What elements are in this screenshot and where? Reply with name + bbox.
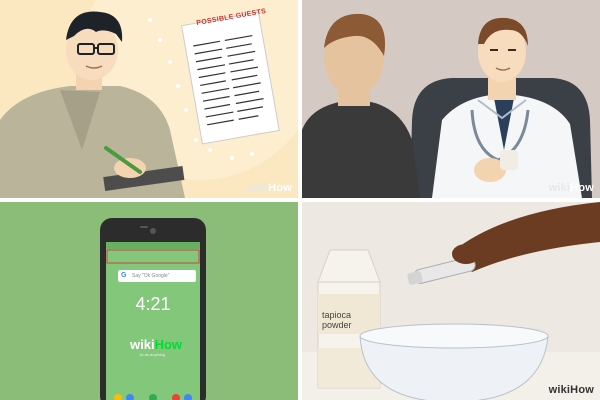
doctor-illustration: [302, 0, 600, 198]
search-placeholder: Say "Ok Google": [132, 273, 170, 279]
wikihow-watermark: wikiHow: [548, 384, 594, 396]
guest-list-illustration: [0, 0, 298, 198]
panel-writing-guest-list: POSSIBLE GUESTS wikiHow: [0, 0, 298, 198]
phone-tagline: to do anything: [140, 352, 166, 357]
wikihow-phone-logo: wikiHow: [129, 337, 183, 352]
tapioca-illustration: [302, 202, 600, 400]
panel-tapioca-powder: tapioca powder wikiHow: [302, 202, 600, 400]
lockscreen-clock: 4:21: [135, 294, 171, 314]
tapioca-bag-label: tapioca powder: [322, 310, 382, 330]
tapioca-label-line2: powder: [322, 320, 352, 330]
panel-android-phone: G Say "Ok Google" 4:21 wikiHow to do any…: [0, 202, 298, 400]
google-g-icon: G: [121, 272, 127, 279]
illustration-grid: POSSIBLE GUESTS wikiHow wikiHow G Say "O…: [0, 0, 600, 400]
google-search-bar[interactable]: G Say "Ok Google": [118, 270, 196, 282]
wikihow-watermark: wikiHow: [548, 182, 594, 194]
panel-doctor-consultation: wikiHow: [302, 0, 600, 198]
tapioca-label-line1: tapioca: [322, 310, 352, 320]
wikihow-watermark: wikiHow: [246, 182, 292, 194]
